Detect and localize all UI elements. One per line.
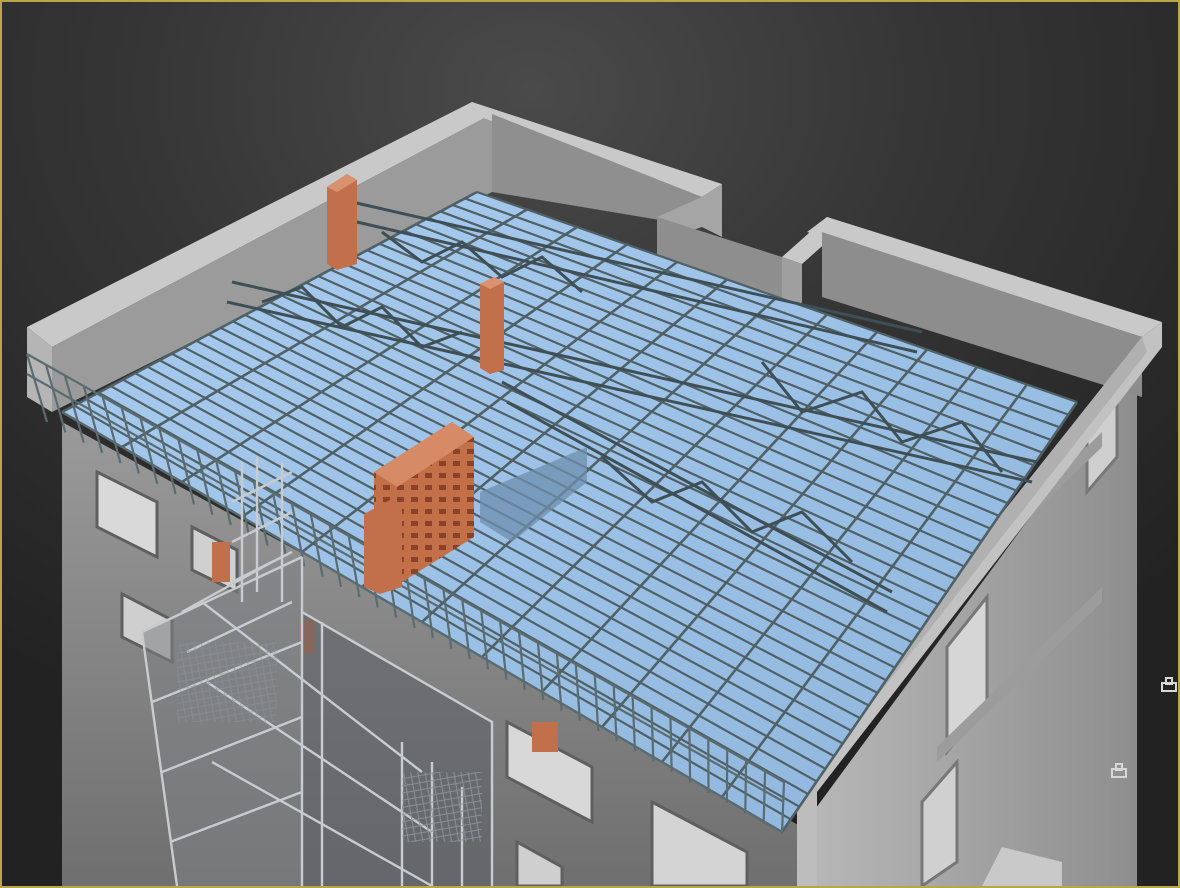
railing-bar [744, 760, 748, 814]
3d-viewport[interactable] [0, 0, 1180, 888]
railing-bar [669, 717, 673, 773]
railing-bar [688, 728, 692, 783]
light-target-icon[interactable] [1161, 677, 1177, 692]
railing-bar [762, 771, 767, 824]
building-model-render[interactable] [2, 2, 1178, 886]
